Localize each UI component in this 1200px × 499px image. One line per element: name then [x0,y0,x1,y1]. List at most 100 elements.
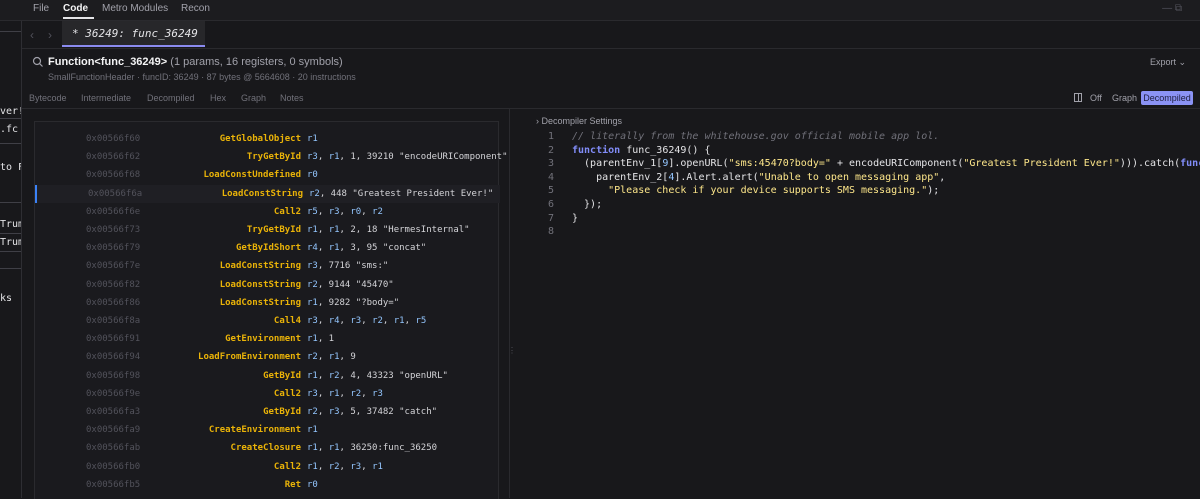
bytecode-opcode: LoadConstString [219,297,301,308]
panel-divider[interactable] [509,108,510,498]
divider [0,143,21,144]
menu-code[interactable]: Code [63,3,88,14]
bytecode-args: r1, r1, 36250:func_36250 [307,443,438,454]
bytecode-opcode: GetEnvironment [225,334,301,345]
line-number: 7 [547,212,554,224]
bytecode-row[interactable]: 0x00566f86 LoadConstString r1, 9282 "?body… [35,294,498,312]
bytecode-row[interactable]: 0x00566f7e LoadConstString r3, 7716 "sms:" [35,257,498,275]
split-layout-icon[interactable] [1074,93,1082,102]
bytecode-args: r1 [307,134,318,144]
bytecode-row[interactable]: 0x00566f62 TryGetById r3, r1, 1, 39210 "en… [35,148,508,166]
bytecode-address: 0x00566fa3 [86,407,141,417]
bytecode-address: 0x00566fab [86,443,141,454]
window-controls[interactable]: — ⧉ [1162,3,1182,14]
code-line[interactable]: parentEnv_2[4].Alert.alert("Unable to op… [572,172,945,183]
bytecode-address: 0x00566fa9 [86,425,141,436]
bytecode-row[interactable]: 0x00566f9e Call2 r3, r1, r2, r3 [35,385,498,403]
menu-metro-modules[interactable]: Metro Modules [102,3,168,14]
sidebar-item[interactable]: .fc [0,124,21,135]
bytecode-address: 0x00566f9e [86,388,141,399]
function-meta: (1 params, 16 registers, 0 symbols) [170,56,343,68]
tab-graph[interactable]: Graph [241,93,266,103]
bytecode-row[interactable]: 0x00566fb5 Ret r0 [35,476,498,494]
code-line[interactable]: // literally from the whitehouse.gov off… [572,131,939,142]
bytecode-address: 0x00566f8a [86,316,141,326]
menu-file[interactable]: File [33,3,49,14]
sidebar-item[interactable]: ver! [0,106,21,117]
function-header: Function<func_36249> (1 params, 16 regis… [22,48,1200,89]
sidebar-item[interactable]: to F [0,162,21,173]
bytecode-opcode: Call4 [273,316,301,326]
code-line[interactable]: "Please check if your device supports SM… [572,185,939,196]
divider [0,31,21,32]
option-graph[interactable]: Graph [1112,93,1137,103]
bytecode-address: 0x00566f68 [86,170,141,181]
bytecode-row[interactable]: 0x00566fa9 CreateEnvironment r1 [35,421,498,439]
decompiler-settings-toggle[interactable]: › Decompiler Settings [536,116,622,126]
forward-arrow-icon[interactable]: › [48,28,52,42]
bytecode-opcode: TryGetById [246,225,301,235]
tab-hex[interactable]: Hex [210,93,226,103]
bytecode-opcode: CreateClosure [230,443,301,454]
bytecode-address: 0x00566f60 [86,134,141,144]
resize-handle-icon[interactable]: ⋮ [508,346,516,355]
menu-recon[interactable]: Recon [181,3,210,14]
bytecode-address: 0x00566f91 [86,334,141,345]
bytecode-args: r1, r1, 2, 18 "HermesInternal" [307,225,470,235]
bytecode-args: r0 [307,479,318,490]
sidebar-item[interactable]: Trum [0,219,21,230]
bytecode-row[interactable]: 0x00566f68 LoadConstUndefined r0 [35,166,498,184]
bytecode-row[interactable]: 0x00566f94 LoadFromEnvironment r2, r1, 9 [35,348,498,366]
tab-notes[interactable]: Notes [280,93,304,103]
divider [0,251,21,252]
tab-decompiled[interactable]: Decompiled [147,93,195,103]
code-line[interactable]: } [572,213,578,224]
function-title: Function<func_36249> (1 params, 16 regis… [48,56,343,68]
bytecode-row[interactable]: 0x00566f91 GetEnvironment r1, 1 [35,330,498,348]
clipped-sidebar: ver! .fc to F Trum Trum ks [0,21,22,498]
bytecode-row[interactable]: 0x00566fa3 GetById r2, r3, 5, 37482 "catch… [35,403,498,421]
option-decompiled[interactable]: Decompiled [1141,91,1193,105]
bytecode-args: r2, 9144 "45470" [307,279,394,290]
option-off[interactable]: Off [1090,93,1102,103]
bytecode-row[interactable]: 0x00566f98 GetById r1, r2, 4, 43323 "openU… [35,367,498,385]
bytecode-opcode: LoadConstUndefined [203,170,301,181]
bytecode-row[interactable]: 0x00566f79 GetByIdShort r4, r1, 3, 95 "con… [35,239,498,257]
bytecode-opcode: Call2 [273,388,301,399]
bytecode-address: 0x00566f7e [86,261,141,272]
bytecode-address: 0x00566f79 [86,243,141,254]
bytecode-address: 0x00566f62 [86,152,141,163]
bytecode-address: 0x00566f98 [86,370,141,381]
bytecode-args: r2, 448 "Greatest President Ever!" [309,188,494,199]
tab-intermediate[interactable]: Intermediate [81,93,131,103]
code-line[interactable]: function func_36249() { [572,145,710,156]
bytecode-row[interactable]: 0x00566f60 GetGlobalObject r1 [35,130,498,148]
bytecode-opcode: GetById [263,407,301,417]
bytecode-row[interactable]: 0x00566fab CreateClosure r1, r1, 36250:fun… [35,439,498,457]
code-line[interactable]: (parentEnv_1[9].openURL("sms:45470?body=… [572,158,1200,169]
bytecode-address: 0x00566f73 [86,225,141,235]
line-number: 6 [547,199,554,210]
bytecode-args: r1 [307,425,318,436]
bytecode-args: r1, r2, r3, r1 [307,461,383,472]
code-line[interactable]: }); [572,199,602,210]
line-number: 1 [547,131,554,142]
bytecode-args: r3, r1, r2, r3 [307,388,383,399]
tab-func-36249[interactable]: * 36249: func_36249 [62,21,205,47]
sidebar-item[interactable]: Trum [0,237,21,248]
bytecode-args: r1, r2, 4, 43323 "openURL" [307,370,448,381]
bytecode-row[interactable]: 0x00566f6e Call2 r5, r3, r0, r2 [35,203,498,221]
search-icon[interactable] [32,56,44,68]
bytecode-opcode: Ret [284,479,301,490]
bytecode-row[interactable]: 0x00566f82 LoadConstString r2, 9144 "45470… [35,276,498,294]
bytecode-row[interactable]: 0x00566f8a Call4 r3, r4, r3, r2, r1, r5 [35,312,498,330]
bytecode-opcode: CreateEnvironment [208,425,301,436]
sidebar-item[interactable]: ks [0,293,21,304]
bytecode-row[interactable]: 0x00566f73 TryGetById r1, r1, 2, 18 "Herme… [35,221,498,239]
back-arrow-icon[interactable]: ‹ [30,28,34,42]
export-button[interactable]: Export ⌄ [1150,57,1186,68]
bytecode-row[interactable]: 0x00566fb0 Call2 r1, r2, r3, r1 [35,458,498,476]
bytecode-opcode: GetById [263,370,301,381]
tab-bytecode[interactable]: Bytecode [29,93,67,103]
bytecode-row[interactable]: 0x00566f6a LoadConstString r2, 448 "Greate… [35,184,500,203]
